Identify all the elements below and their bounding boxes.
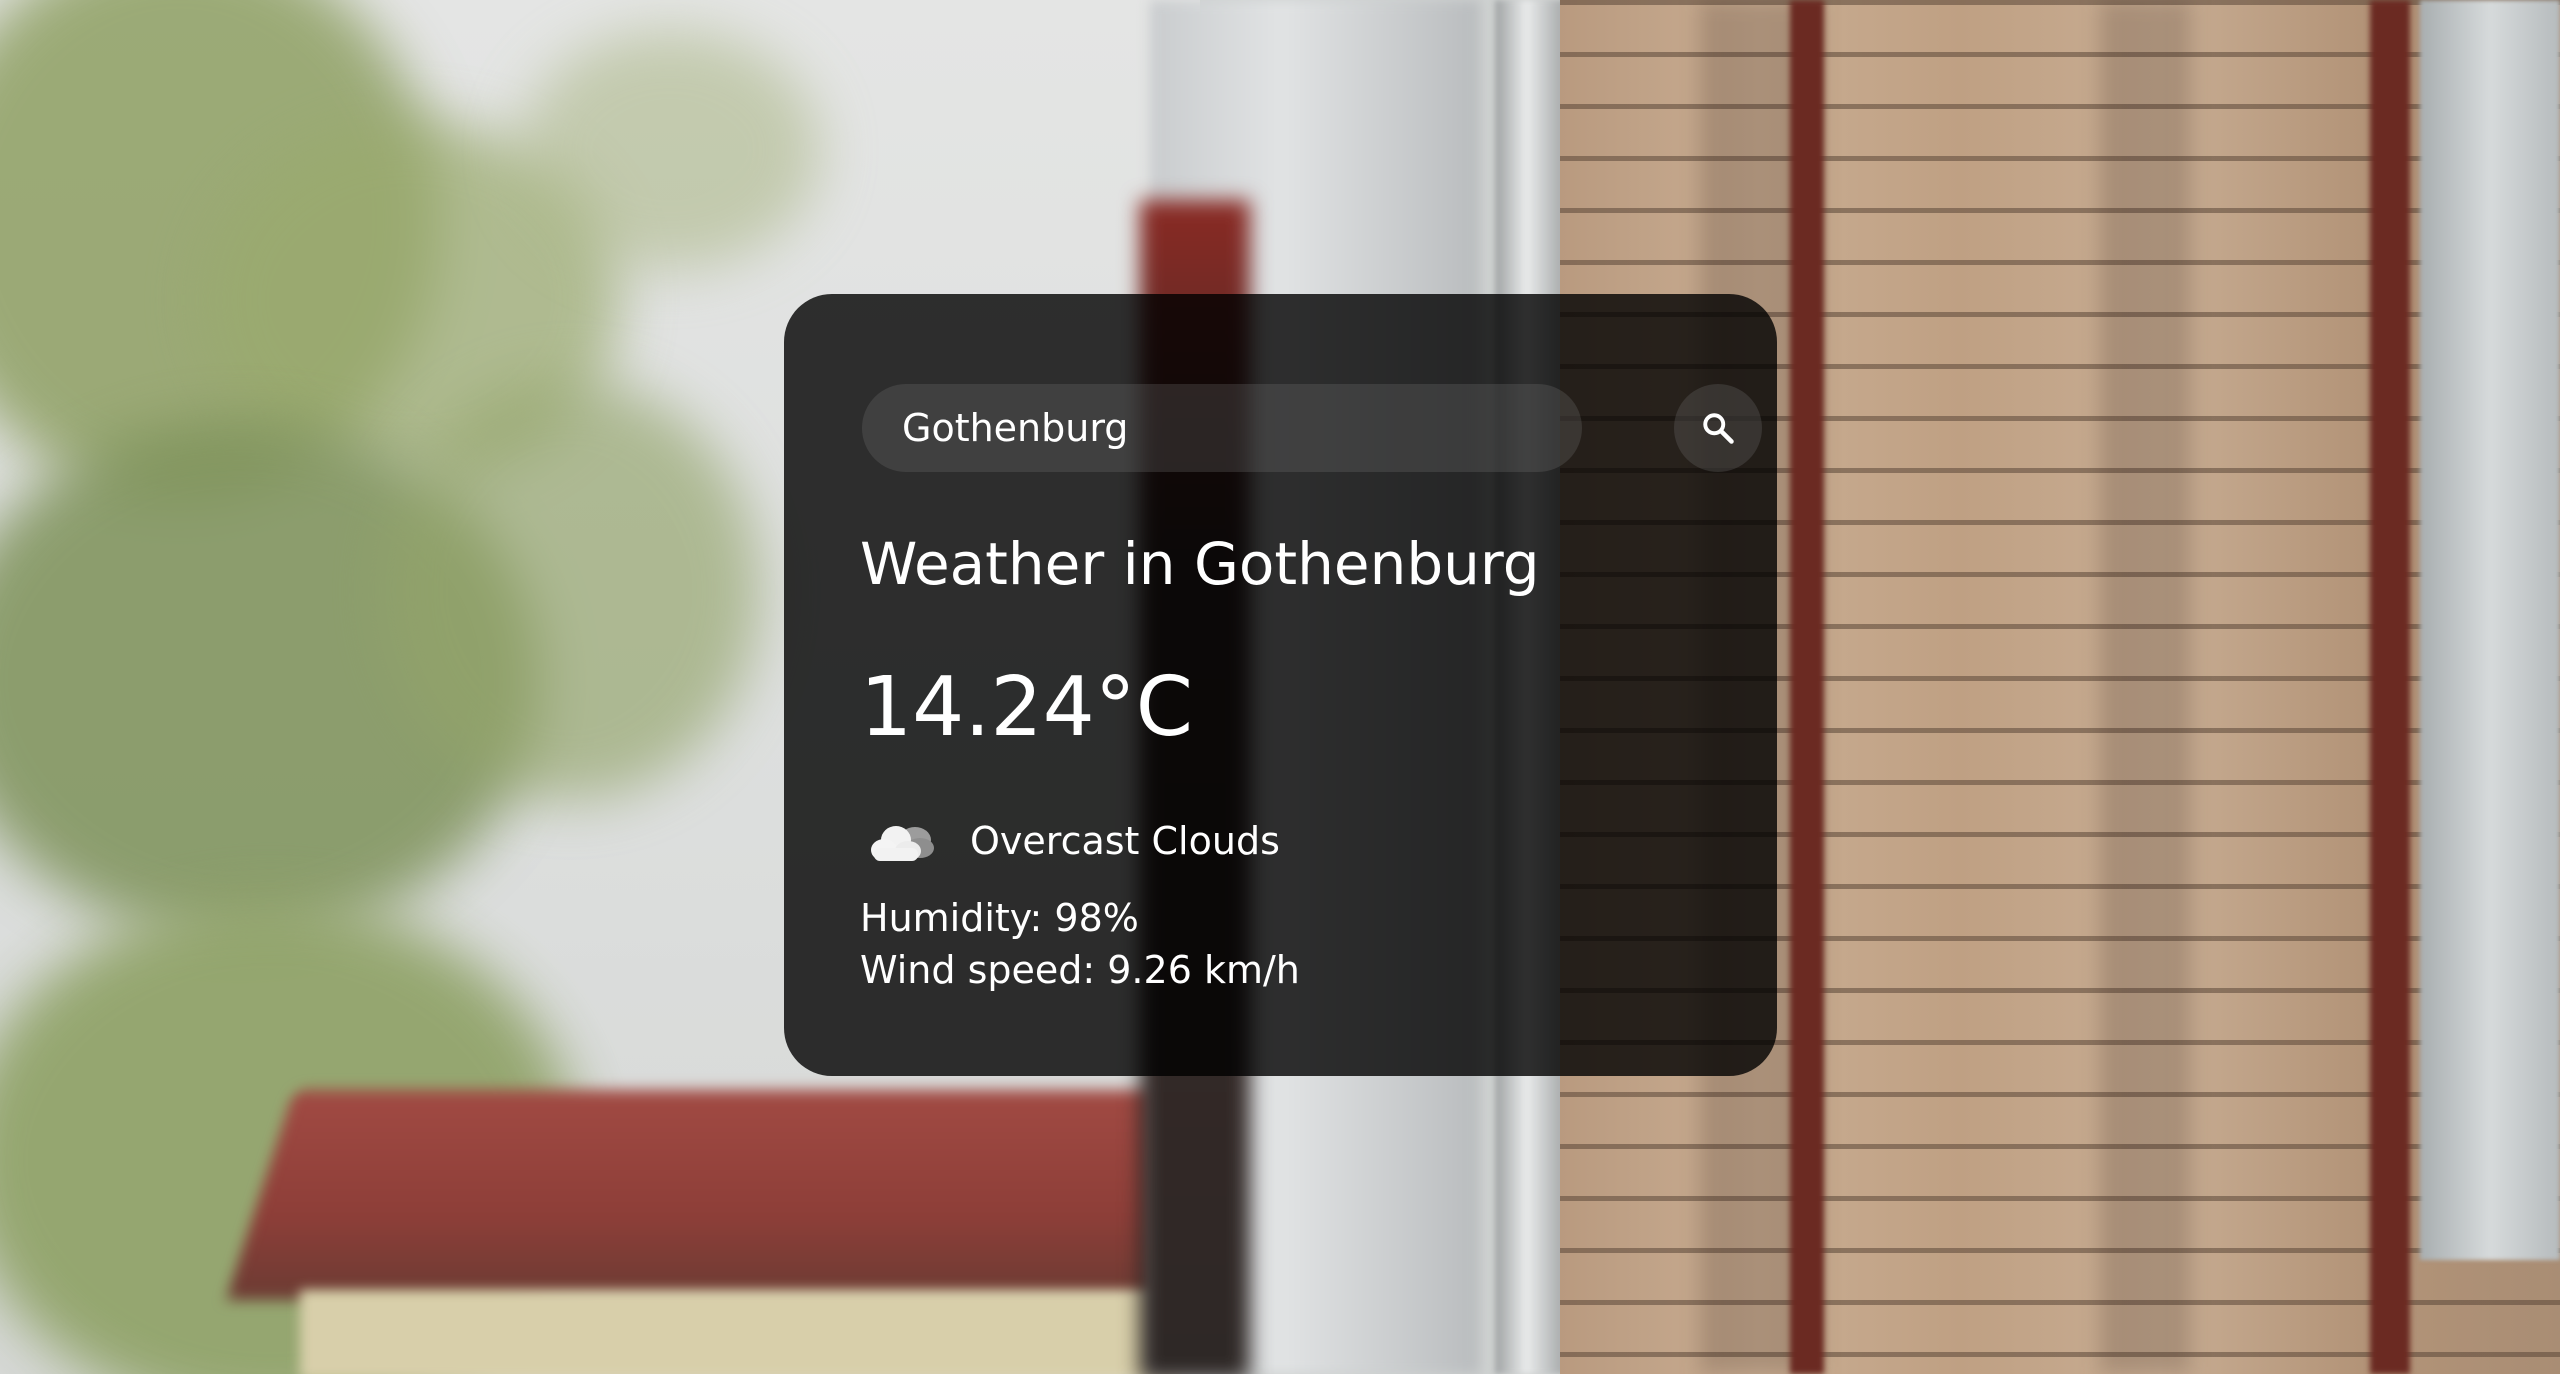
search-icon (1703, 413, 1734, 444)
foliage (380, 380, 760, 800)
search-button[interactable] (1674, 384, 1762, 472)
window-frame (2370, 0, 2410, 1374)
city-title: Weather in Gothenburg (860, 530, 1540, 598)
foliage (520, 30, 820, 270)
cloud-icon (871, 826, 934, 861)
weather-card: Weather in Gothenburg 14.24°C Overcast C… (784, 294, 1777, 1076)
window-frame (1790, 0, 1824, 1374)
humidity: Humidity: 98% (860, 896, 1139, 940)
search-bar (862, 384, 1762, 472)
wall-shadow (2100, 0, 2190, 1374)
window-glass (2420, 0, 2560, 1260)
red-roof (225, 1090, 1225, 1300)
temperature: 14.24°C (860, 660, 1194, 755)
house-wall (300, 1290, 1180, 1374)
wind-speed: Wind speed: 9.26 km/h (860, 948, 1300, 992)
weather-description: Overcast Clouds (970, 819, 1280, 863)
condition-row: Overcast Clouds (860, 806, 1280, 876)
search-input[interactable] (862, 384, 1582, 472)
